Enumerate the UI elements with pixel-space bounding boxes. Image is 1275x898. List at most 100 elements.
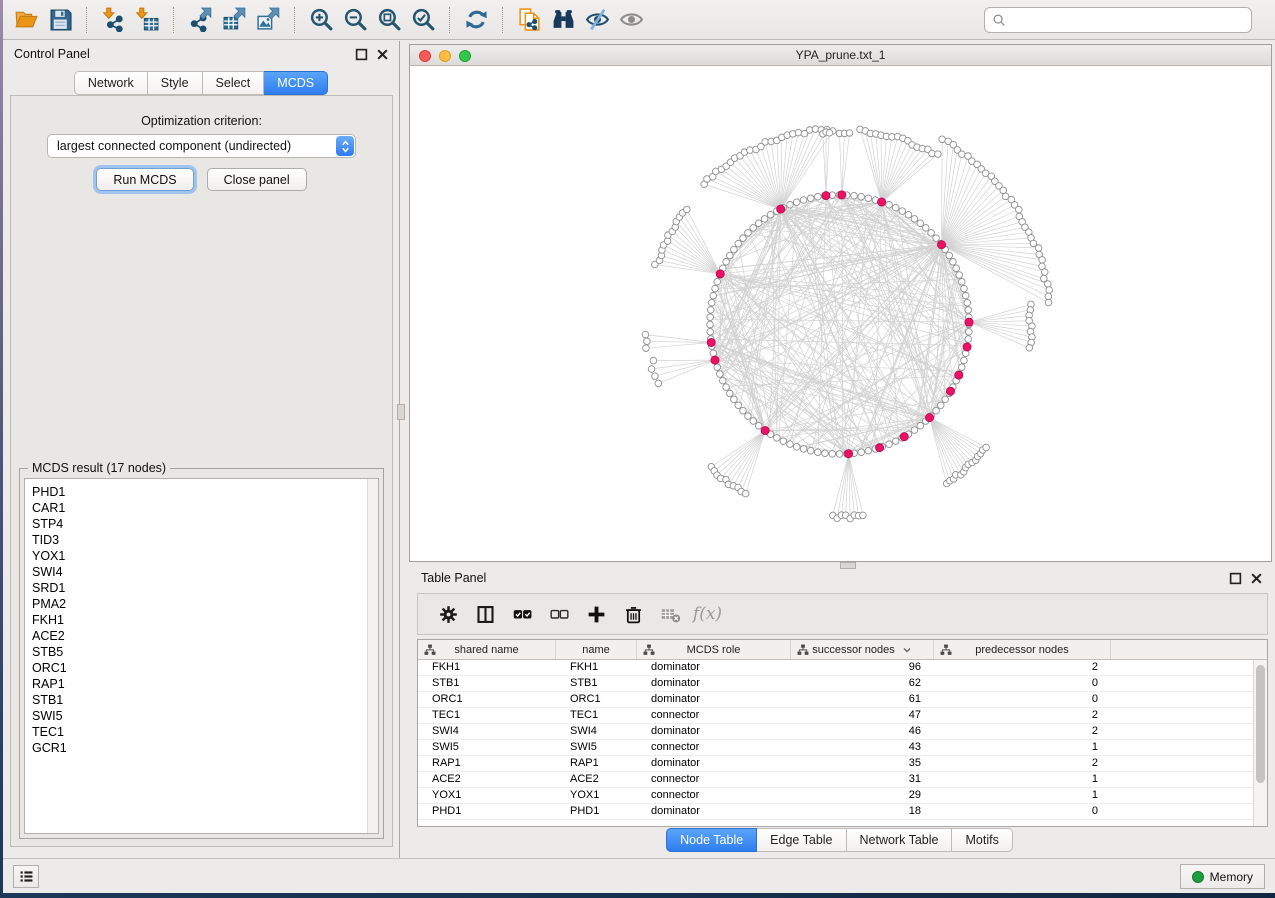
mcds-node-item[interactable]: SWI4 — [32, 564, 378, 580]
tab-mcds[interactable]: MCDS — [264, 71, 328, 95]
export-network-button[interactable] — [183, 4, 217, 36]
column-header-MCDS-role[interactable]: MCDS role — [637, 640, 791, 659]
column-header-name[interactable]: name — [556, 640, 637, 659]
zoom-fit-button[interactable] — [372, 4, 406, 36]
node-table-header: shared name name MCDS rolesuccessor nodesp… — [418, 640, 1267, 660]
tab-motifs[interactable]: Motifs — [952, 828, 1012, 852]
control-panel-tabs: NetworkStyleSelectMCDS — [3, 71, 399, 95]
mcds-node-item[interactable]: YOX1 — [32, 548, 378, 564]
export-table-button[interactable] — [217, 4, 251, 36]
table-row[interactable]: FKH1FKH1dominator962 — [418, 660, 1267, 676]
mcds-node-item[interactable]: GCR1 — [32, 740, 378, 756]
zoom-in-button[interactable] — [304, 4, 338, 36]
save-session-button[interactable] — [43, 4, 77, 36]
fx-icon: f(x) — [693, 604, 722, 624]
table-row[interactable]: ORC1ORC1dominator610 — [418, 692, 1267, 708]
export-image-button[interactable] — [251, 4, 285, 36]
zoom-selected-button[interactable] — [406, 4, 440, 36]
table-cell: ORC1 — [556, 692, 637, 707]
apply-layout-button[interactable] — [459, 4, 493, 36]
import-table-button[interactable] — [130, 4, 164, 36]
new-network-from-selection-button[interactable] — [512, 4, 546, 36]
mcds-node-item[interactable]: CAR1 — [32, 500, 378, 516]
run-mcds-button[interactable]: Run MCDS — [96, 168, 193, 191]
mcds-node-item[interactable]: TEC1 — [32, 724, 378, 740]
select-all-columns-button[interactable] — [504, 597, 541, 631]
tab-node-table[interactable]: Node Table — [666, 828, 757, 852]
close-panel-icon[interactable] — [376, 48, 389, 61]
mcds-node-item[interactable]: SRD1 — [32, 580, 378, 596]
table-row[interactable]: SWI4SWI4dominator462 — [418, 724, 1267, 740]
add-column-button[interactable] — [578, 597, 615, 631]
checkboxes-checked-icon — [512, 604, 533, 625]
mcds-node-item[interactable]: STB1 — [32, 692, 378, 708]
toggle-columns-button[interactable] — [467, 597, 504, 631]
float-table-panel-icon[interactable] — [1229, 572, 1242, 585]
table-cell: 2 — [934, 756, 1111, 771]
delete-table-button — [652, 597, 689, 631]
table-cell: 43 — [791, 740, 934, 755]
table-row[interactable]: SWI5SWI5connector431 — [418, 740, 1267, 756]
table-cell: 2 — [934, 660, 1111, 675]
network-graph-canvas[interactable] — [410, 66, 1271, 561]
tab-select[interactable]: Select — [203, 71, 265, 95]
table-settings-button[interactable] — [430, 597, 467, 631]
column-header-successor-nodes[interactable]: successor nodes — [791, 640, 934, 659]
column-header-shared-name[interactable]: shared name — [418, 640, 556, 659]
table-row[interactable]: RAP1RAP1dominator352 — [418, 756, 1267, 772]
task-history-button[interactable] — [13, 865, 39, 888]
search-box[interactable] — [984, 7, 1252, 33]
table-row[interactable]: PHD1PHD1dominator180 — [418, 804, 1267, 820]
table-row[interactable]: YOX1YOX1connector291 — [418, 788, 1267, 804]
import-network-button[interactable] — [96, 4, 130, 36]
table-cell: SWI4 — [418, 724, 556, 739]
tab-network[interactable]: Network — [74, 71, 148, 95]
mcds-node-item[interactable]: TID3 — [32, 532, 378, 548]
close-table-panel-icon[interactable] — [1250, 572, 1263, 585]
network-graph-svg — [410, 66, 1271, 561]
mcds-node-item[interactable]: ACE2 — [32, 628, 378, 644]
mcds-node-item[interactable]: STP4 — [32, 516, 378, 532]
node-table-body: FKH1FKH1dominator962STB1STB1dominator620… — [418, 660, 1267, 820]
criterion-select[interactable]: largest connected component (undirected) — [47, 134, 356, 158]
refresh-icon — [464, 7, 489, 32]
column-label: shared name — [454, 644, 518, 656]
open-file-button[interactable] — [9, 4, 43, 36]
tab-network-table[interactable]: Network Table — [847, 828, 953, 852]
column-header-predecessor-nodes[interactable]: predecessor nodes — [934, 640, 1111, 659]
clear-column-selection-button[interactable] — [541, 597, 578, 631]
table-cell: ACE2 — [556, 772, 637, 787]
checkboxes-empty-icon — [549, 604, 570, 625]
mcds-list-scrollbar[interactable] — [367, 479, 378, 833]
import-network-icon — [101, 7, 126, 32]
first-neighbors-button[interactable] — [546, 4, 580, 36]
column-label: name — [582, 644, 610, 656]
table-cell: connector — [637, 708, 791, 723]
memory-button[interactable]: Memory — [1180, 864, 1265, 889]
float-panel-icon[interactable] — [355, 48, 368, 61]
mcds-node-item[interactable]: PMA2 — [32, 596, 378, 612]
mcds-node-item[interactable]: SWI5 — [32, 708, 378, 724]
search-input[interactable] — [1011, 10, 1251, 30]
table-row[interactable]: TEC1TEC1connector472 — [418, 708, 1267, 724]
mcds-node-item[interactable]: STB5 — [32, 644, 378, 660]
mcds-node-item[interactable]: PHD1 — [32, 484, 378, 500]
hide-selected-button[interactable] — [580, 4, 614, 36]
tab-edge-table[interactable]: Edge Table — [757, 828, 846, 852]
table-scrollbar-thumb[interactable] — [1256, 665, 1265, 783]
zoom-out-button[interactable] — [338, 4, 372, 36]
vertical-splitter-handle[interactable] — [397, 404, 405, 420]
horizontal-splitter-handle[interactable] — [840, 562, 856, 569]
list-icon — [18, 868, 35, 885]
mcds-node-item[interactable]: RAP1 — [32, 676, 378, 692]
mcds-node-item[interactable]: ORC1 — [32, 660, 378, 676]
table-scrollbar-track[interactable] — [1253, 660, 1267, 826]
delete-column-button[interactable] — [615, 597, 652, 631]
tab-style[interactable]: Style — [148, 71, 203, 95]
mcds-node-item[interactable]: FKH1 — [32, 612, 378, 628]
table-row[interactable]: STB1STB1dominator620 — [418, 676, 1267, 692]
close-panel-button[interactable]: Close panel — [207, 168, 307, 191]
table-row[interactable]: ACE2ACE2connector311 — [418, 772, 1267, 788]
table-cell: ACE2 — [418, 772, 556, 787]
table-cell: PHD1 — [418, 804, 556, 819]
